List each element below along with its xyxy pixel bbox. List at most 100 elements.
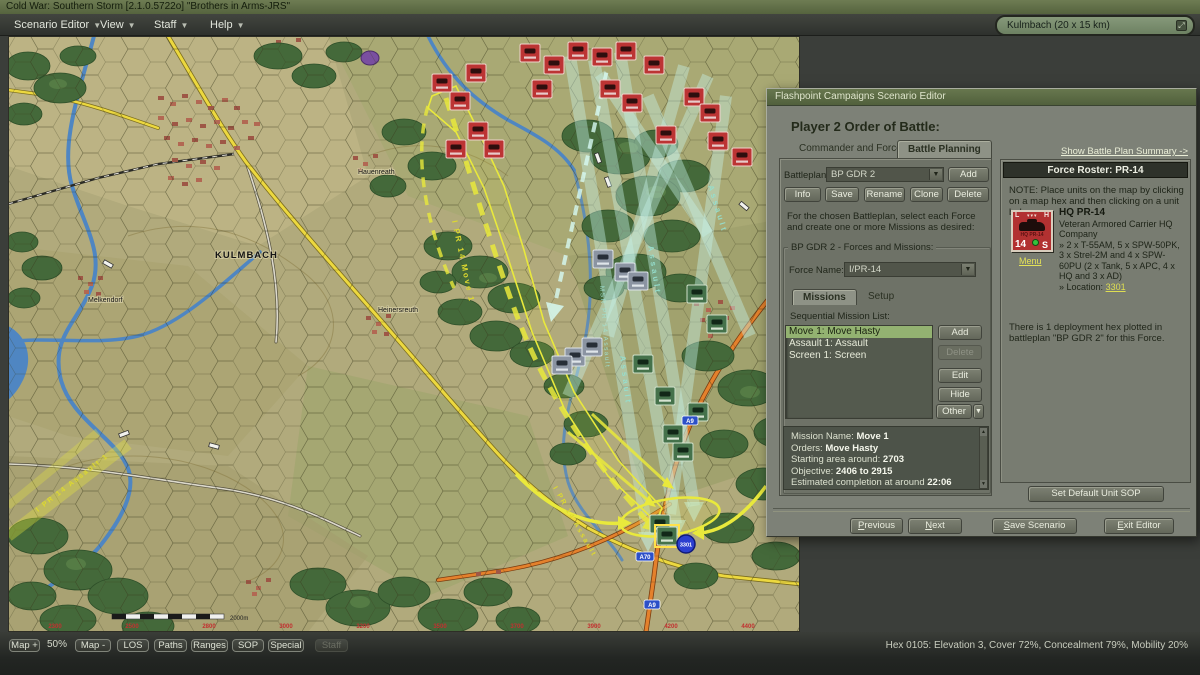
unit-location-link[interactable]: 3301 <box>1106 282 1126 292</box>
previous-button[interactable]: Previous <box>850 518 903 534</box>
svg-text:3700: 3700 <box>510 624 524 630</box>
svg-text:3301: 3301 <box>680 543 692 549</box>
staff-button: Staff <box>315 639 348 652</box>
unit-details: HQ PR-14 Veteran Armored Carrier HQ Comp… <box>1059 208 1187 292</box>
menu-staff[interactable]: Staff▼ <box>148 14 194 36</box>
window-title: Cold War: Southern Storm [2.1.0.5722o] "… <box>0 0 1200 14</box>
svg-text:A9: A9 <box>686 419 694 425</box>
svg-text:Heinersreuth: Heinersreuth <box>378 307 418 314</box>
battle-planning-panel: Battleplan: BP GDR 2 ▼ Add Info Save Ren… <box>779 158 992 496</box>
mission-info-scrollbar[interactable]: ▲ ▼ <box>979 427 988 489</box>
scroll-down-icon[interactable]: ▼ <box>980 480 987 488</box>
hex-status-readout: Hex 0105: Elevation 3, Cover 72%, Concea… <box>886 640 1188 651</box>
svg-text:2300: 2300 <box>48 624 62 630</box>
chevron-down-icon[interactable]: ▼ <box>961 264 974 275</box>
counter-corner-bl: 14 <box>1015 239 1026 250</box>
tab-battle-planning[interactable]: Battle Planning <box>897 140 992 158</box>
exit-editor-button[interactable]: Exit Editor <box>1104 518 1174 534</box>
objective-hex-marker[interactable]: 3301 <box>677 535 695 553</box>
mission-other-dropdown-arrow[interactable]: ▼ <box>973 404 984 419</box>
unit-counter-icon[interactable]: L ▾▾▾ H HQ PR-14 14 S <box>1011 210 1053 252</box>
map-zoom-out-button[interactable]: Map - <box>75 639 111 652</box>
svg-text:2000m: 2000m <box>230 616 248 622</box>
battleplan-save-button[interactable]: Save <box>825 187 859 202</box>
battleplan-clone-button[interactable]: Clone <box>910 187 943 202</box>
special-button[interactable]: Special <box>268 639 304 652</box>
mission-edit-button[interactable]: Edit <box>938 368 982 383</box>
svg-text:3000: 3000 <box>279 624 293 630</box>
mission-info-row: Mission Name: Move 1 <box>791 431 974 443</box>
chevron-down-icon: ▼ <box>180 21 188 30</box>
battleplan-value: BP GDR 2 <box>831 169 875 180</box>
chevron-down-icon: ▼ <box>128 21 136 30</box>
forces-missions-group-title: BP GDR 2 - Forces and Missions: <box>788 242 936 253</box>
tank-silhouette-icon <box>1019 222 1045 231</box>
svg-text:3900: 3900 <box>587 624 601 630</box>
show-battle-plan-summary-link[interactable]: Show Battle Plan Summary -> <box>1061 146 1188 157</box>
svg-text:Hauenreath: Hauenreath <box>358 169 395 176</box>
footer-separator <box>773 508 1190 512</box>
workspace-background: Assault Assault Assault MSR PR 14 Assaul… <box>0 36 1200 632</box>
svg-text:2500: 2500 <box>125 624 139 630</box>
map-name-label: Kulmbach (20 x 15 km) <box>1007 20 1110 31</box>
menu-help[interactable]: Help▼ <box>204 14 251 36</box>
tab-setup[interactable]: Setup <box>858 289 904 304</box>
mission-other-button[interactable]: Other <box>936 404 972 419</box>
map-name-selector[interactable]: Kulmbach (20 x 15 km) ⤢ <box>995 15 1195 36</box>
force-roster-panel: Force Roster: PR-14 NOTE: Place units on… <box>1000 159 1191 483</box>
battleplan-add-button[interactable]: Add <box>948 167 989 182</box>
mission-delete-button: Delete <box>938 345 982 360</box>
svg-text:A9: A9 <box>648 603 656 609</box>
mission-add-button[interactable]: Add <box>938 325 982 340</box>
svg-text:A70: A70 <box>639 555 651 561</box>
battleplan-instructions: For the chosen Battleplan, select each F… <box>787 211 985 233</box>
battleplan-delete-button[interactable]: Delete <box>947 187 989 202</box>
save-scenario-button[interactable]: Save Scenario <box>992 518 1077 534</box>
zoom-level-label: 50% <box>47 639 67 650</box>
battleplan-select[interactable]: BP GDR 2 ▼ <box>826 167 944 182</box>
bottom-toolbar: Map + 50% Map - LOS Paths Ranges SOP Spe… <box>0 632 1200 675</box>
force-roster-title: Force Roster: PR-14 <box>1003 162 1188 178</box>
battleplan-label: Battleplan: <box>784 170 829 181</box>
unit-menu-link[interactable]: Menu <box>1019 256 1042 266</box>
paths-button[interactable]: Paths <box>154 639 187 652</box>
svg-text:Melkendorf: Melkendorf <box>88 297 123 304</box>
mission-list-item[interactable]: Move 1: Move Hasty <box>786 326 932 338</box>
force-name-value: I/PR-14 <box>849 264 881 275</box>
mission-info-box: Mission Name: Move 1 Orders: Move Hasty … <box>783 426 989 490</box>
scroll-up-icon[interactable]: ▲ <box>980 428 987 436</box>
svg-text:KULMBACH: KULMBACH <box>215 250 278 261</box>
unit-name: HQ PR-14 <box>1059 208 1187 219</box>
expand-icon[interactable]: ⤢ <box>1176 20 1187 31</box>
chevron-down-icon[interactable]: ▼ <box>929 169 942 180</box>
scenario-editor-dialog: Flashpoint Campaigns Scenario Editor Pla… <box>766 88 1197 537</box>
mission-listbox[interactable]: Move 1: Move Hasty Assault 1: Assault Sc… <box>785 325 933 419</box>
mission-info-row: Estimated completion at around 22:06 <box>791 477 974 489</box>
unit-location-line: » Location: 3301 <box>1059 282 1187 293</box>
svg-text:3200: 3200 <box>356 624 370 630</box>
los-button[interactable]: LOS <box>117 639 149 652</box>
next-button[interactable]: Next <box>908 518 962 534</box>
force-name-select[interactable]: I/PR-14 ▼ <box>844 262 976 277</box>
map-zoom-in-button[interactable]: Map + <box>9 639 40 652</box>
mission-list-item[interactable]: Assault 1: Assault <box>786 338 932 350</box>
menu-scenario-editor[interactable]: Scenario Editor▼ <box>8 14 107 36</box>
mission-hide-button[interactable]: Hide <box>938 387 982 402</box>
dialog-title-bar[interactable]: Flashpoint Campaigns Scenario Editor <box>767 89 1196 106</box>
svg-text:3500: 3500 <box>433 624 447 630</box>
mission-info-row: Orders: Move Hasty <box>791 443 974 455</box>
menu-view[interactable]: View▼ <box>94 14 142 36</box>
map-canvas[interactable]: Assault Assault Assault MSR PR 14 Assaul… <box>8 36 800 632</box>
unit-type: Veteran Armored Carrier HQ Company <box>1059 219 1187 240</box>
svg-text:4400: 4400 <box>741 624 755 630</box>
unit-composition: » 2 x T-55AM, 5 x SPW-50PK, 3 x Strel-2M… <box>1059 240 1187 282</box>
battleplan-rename-button[interactable]: Rename <box>864 187 905 202</box>
mission-list-item[interactable]: Screen 1: Screen <box>786 350 932 362</box>
svg-text:4200: 4200 <box>664 624 678 630</box>
sop-button[interactable]: SOP <box>232 639 264 652</box>
ranges-button[interactable]: Ranges <box>191 639 228 652</box>
counter-corner-tr: H <box>1044 212 1049 219</box>
battleplan-info-button[interactable]: Info <box>784 187 821 202</box>
set-default-unit-sop-button[interactable]: Set Default Unit SOP <box>1028 486 1164 502</box>
tab-missions[interactable]: Missions <box>792 289 857 305</box>
